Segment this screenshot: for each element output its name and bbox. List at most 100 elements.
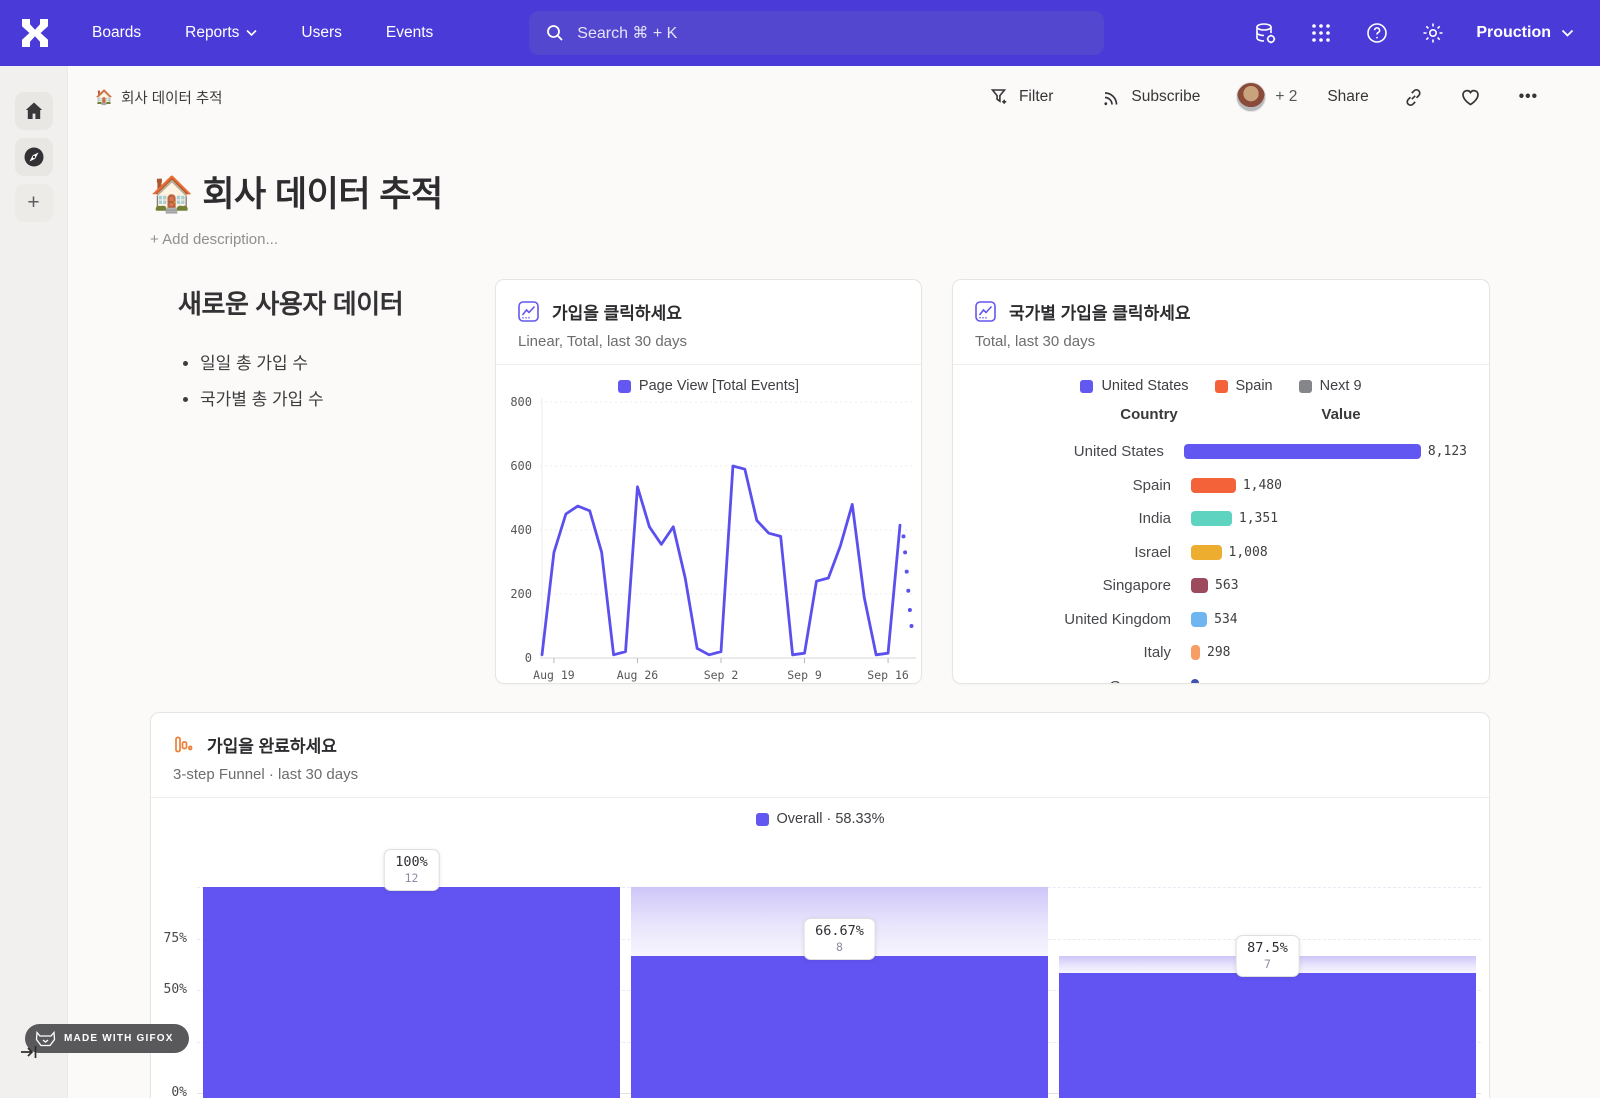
home-icon[interactable] <box>15 92 53 130</box>
funnel-step-badge: 66.67%8 <box>803 918 876 960</box>
funnel-bar-step-1[interactable] <box>203 887 620 1098</box>
topnav-menu: Boards Reports Users Events <box>92 24 433 42</box>
country-bar <box>1191 478 1236 493</box>
country-value: 298 <box>1207 645 1230 660</box>
avatar <box>1236 82 1266 112</box>
text-card-bullet: 일일 총 가입 수 <box>200 349 508 374</box>
country-value: 1,480 <box>1243 478 1282 493</box>
legend-swatch <box>618 380 631 393</box>
funnel-card-header[interactable]: 가입을 완료하세요 <box>173 732 1467 757</box>
settings-gear-icon[interactable] <box>1420 20 1446 46</box>
funnel-plot: 75%50%25%0%100%1266.67%887.5%7 <box>151 835 1489 1098</box>
country-row-united-kingdom[interactable]: United Kingdom 534 <box>975 603 1467 637</box>
expand-sidebar-icon[interactable] <box>20 1044 38 1065</box>
share-button[interactable]: Share <box>1327 88 1368 106</box>
country-value: 8,123 <box>1428 444 1467 459</box>
legend-item[interactable]: United States <box>1080 378 1188 394</box>
legend-label: Overall · 58.33% <box>777 811 885 827</box>
topnav-item-boards[interactable]: Boards <box>92 24 141 42</box>
country-label: United Kingdom <box>975 611 1171 628</box>
country-row-germany[interactable]: Germany <box>975 670 1467 685</box>
svg-text:800: 800 <box>510 395 532 409</box>
add-description-field[interactable]: + Add description... <box>150 231 443 248</box>
country-bar <box>1191 578 1208 593</box>
topnav-item-label: Boards <box>92 24 141 42</box>
bar-chart-icon <box>173 734 194 755</box>
topnav-item-events[interactable]: Events <box>386 24 433 42</box>
funnel-step-pct: 66.67% <box>815 923 864 939</box>
search-input[interactable]: Search ⌘ + K <box>529 11 1104 55</box>
subscribe-button[interactable]: Subscribe <box>1101 87 1200 108</box>
countries-card-header[interactable]: 국가별 가입을 클릭하세요 <box>975 299 1467 324</box>
legend-swatch <box>1215 380 1228 393</box>
svg-text:400: 400 <box>510 523 532 537</box>
line-chart-icon <box>518 301 539 322</box>
page-title: 🏠 회사 데이터 추적 <box>150 166 443 217</box>
project-name: Prouction <box>1476 24 1551 42</box>
svg-text:Aug 19: Aug 19 <box>533 668 575 682</box>
country-label: United States <box>975 443 1164 460</box>
collaborators[interactable]: + 2 <box>1236 82 1297 112</box>
country-row-india[interactable]: India 1,351 <box>975 502 1467 536</box>
copy-link-icon[interactable] <box>1403 87 1424 108</box>
compass-icon[interactable] <box>15 138 53 176</box>
text-card[interactable]: 새로운 사용자 데이터 일일 총 가입 수국가별 총 가입 수 <box>178 284 508 421</box>
apps-grid-icon[interactable] <box>1308 20 1334 46</box>
svg-text:0: 0 <box>525 651 532 665</box>
funnel-step-pct: 100% <box>395 854 428 870</box>
subscribe-icon <box>1101 87 1122 108</box>
funnel-card-title: 가입을 완료하세요 <box>207 732 337 757</box>
legend-swatch <box>756 813 769 826</box>
funnel-bar-step-2[interactable] <box>631 956 1048 1098</box>
project-switcher[interactable]: Prouction <box>1476 24 1574 42</box>
country-row-singapore[interactable]: Singapore563 <box>975 569 1467 603</box>
funnel-step-count: 8 <box>815 940 864 954</box>
add-board-button[interactable]: + <box>15 184 53 222</box>
line-chart-plot[interactable]: 0200400600800Aug 19Aug 26Sep 2Sep 9Sep 1… <box>496 394 922 684</box>
filter-button[interactable]: Filter <box>990 87 1053 107</box>
legend-item[interactable]: Page View [Total Events] <box>618 378 799 394</box>
country-label: Germany <box>975 678 1171 684</box>
country-value: 534 <box>1214 612 1237 627</box>
report-card-line-chart: 가입을 클릭하세요 Linear, Total, last 30 days Pa… <box>495 279 922 684</box>
svg-text:Sep 16: Sep 16 <box>867 668 909 682</box>
funnel-legend: Overall · 58.33% <box>151 811 1489 827</box>
country-row-spain[interactable]: Spain1,480 <box>975 469 1467 503</box>
country-row-italy[interactable]: Italy298 <box>975 636 1467 670</box>
text-card-heading: 새로운 사용자 데이터 <box>178 284 508 321</box>
legend-swatch <box>1080 380 1093 393</box>
country-row-united-states[interactable]: United States 8,123 <box>975 435 1467 469</box>
topnav-item-reports[interactable]: Reports <box>185 24 257 42</box>
legend-item[interactable]: Next 9 <box>1299 378 1362 394</box>
line-card-header[interactable]: 가입을 클릭하세요 <box>518 299 899 324</box>
legend-label: United States <box>1101 378 1188 394</box>
countries-card-title: 국가별 가입을 클릭하세요 <box>1009 299 1191 324</box>
country-label: Singapore <box>975 577 1171 594</box>
country-label: India <box>975 510 1171 527</box>
breadcrumb-emoji: 🏠 <box>95 89 113 106</box>
topnav-item-users[interactable]: Users <box>301 24 341 42</box>
funnel-bar-step-3[interactable] <box>1059 973 1476 1098</box>
more-options-button[interactable]: ••• <box>1519 88 1538 106</box>
svg-text:Sep 9: Sep 9 <box>787 668 822 682</box>
search-icon <box>545 23 565 43</box>
mixpanel-logo-icon[interactable] <box>20 19 54 47</box>
report-card-funnel: 가입을 완료하세요 3-step Funnel · last 30 days O… <box>150 712 1490 1098</box>
line-card-subtitle: Linear, Total, last 30 days <box>518 333 899 350</box>
favorite-heart-icon[interactable] <box>1460 87 1481 108</box>
text-card-bullets: 일일 총 가입 수국가별 총 가입 수 <box>200 349 508 410</box>
country-bar <box>1191 612 1207 627</box>
gifox-badge: MADE WITH GIFOX <box>25 1024 189 1053</box>
legend-swatch <box>1299 380 1312 393</box>
data-management-icon[interactable] <box>1252 20 1278 46</box>
column-header-value: Value <box>1301 406 1381 423</box>
country-bar <box>1191 645 1200 660</box>
country-row-israel[interactable]: Israel1,008 <box>975 536 1467 570</box>
legend-item[interactable]: Spain <box>1215 378 1273 394</box>
help-icon[interactable] <box>1364 20 1390 46</box>
country-value: 1,351 <box>1239 511 1278 526</box>
line-chart-icon <box>975 301 996 322</box>
legend-item[interactable]: Overall · 58.33% <box>756 811 885 827</box>
breadcrumb[interactable]: 🏠 회사 데이터 추적 <box>95 87 223 108</box>
countries-legend: United States Spain Next 9 <box>953 378 1489 394</box>
